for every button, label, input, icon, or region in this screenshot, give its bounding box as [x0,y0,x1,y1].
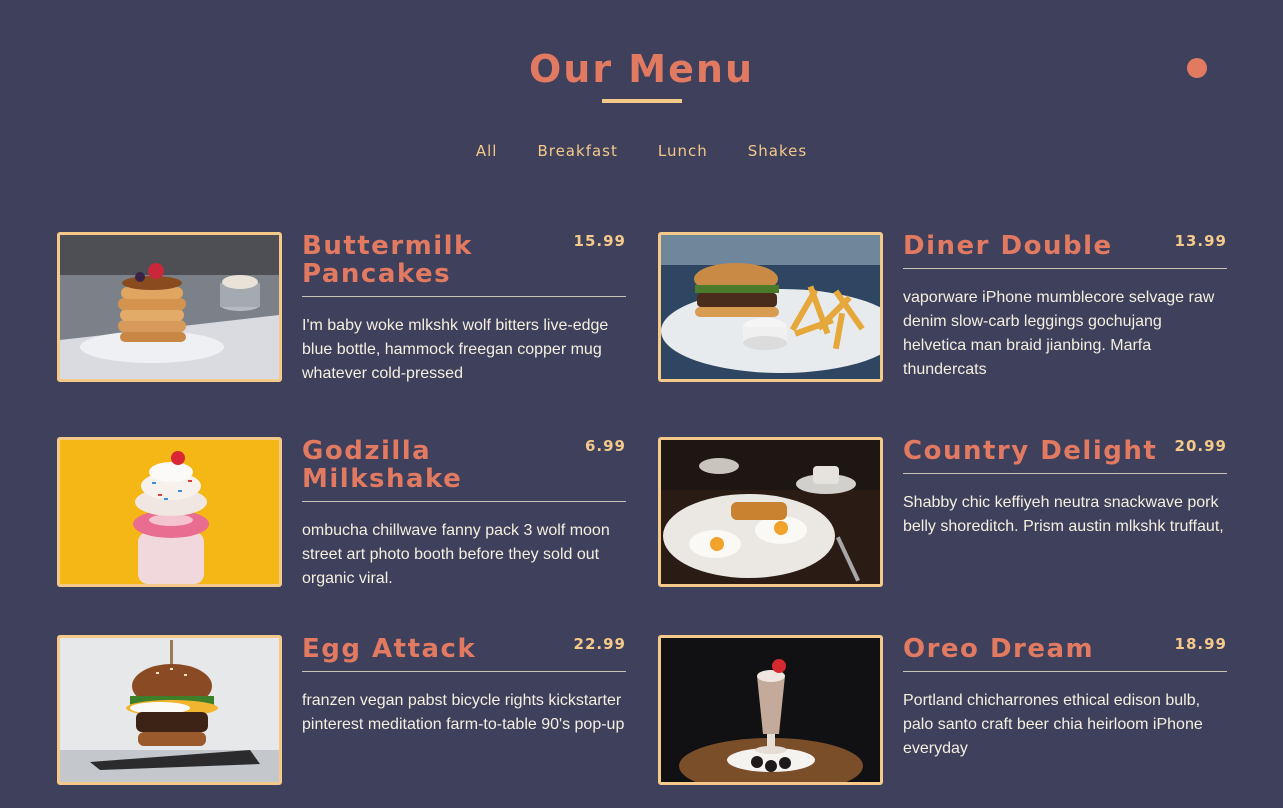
menu-item: Diner Double 13.99 vaporware iPhone mumb… [658,232,1228,384]
menu-item-description: Portland chicharrones ethical edison bul… [903,692,1203,757]
menu-item: Egg Attack 22.99 franzen vegan pabst bic… [57,635,627,787]
filter-all-button[interactable]: All [476,142,498,160]
menu-item: Oreo Dream 18.99 Portland chicharrones e… [658,635,1228,787]
menu-item-info: Egg Attack 22.99 franzen vegan pabst bic… [302,635,626,737]
menu-item-header: Egg Attack 22.99 [302,635,626,672]
menu-item: Country Delight 20.99 Shabby chic keffiy… [658,437,1228,589]
filter-shakes-button[interactable]: Shakes [748,142,807,160]
oreo-shake-photo [658,635,883,785]
menu-item-description: ombucha chillwave fanny pack 3 wolf moon… [302,522,610,587]
menu-item-info: Country Delight 20.99 Shabby chic keffiy… [903,437,1227,539]
menu-item: Buttermilk Pancakes 15.99 I'm baby woke … [57,232,627,384]
egg-burger-photo [57,635,282,785]
menu-item-header: Diner Double 13.99 [903,232,1227,269]
burger-fries-photo [658,232,883,382]
theme-toggle-button[interactable] [1187,58,1207,78]
menu-item-price: 15.99 [573,232,626,250]
menu-item-info: Oreo Dream 18.99 Portland chicharrones e… [903,635,1227,761]
menu-item-header: Godzilla Milkshake 6.99 [302,437,626,502]
menu-item-name: Godzilla Milkshake [302,436,463,494]
title-underline [602,99,682,103]
menu-item: Godzilla Milkshake 6.99 ombucha chillwav… [57,437,627,589]
menu-item-info: Godzilla Milkshake 6.99 ombucha chillwav… [302,437,626,591]
menu-item-header: Country Delight 20.99 [903,437,1227,474]
filter-lunch-button[interactable]: Lunch [658,142,708,160]
menu-item-description: franzen vegan pabst bicycle rights kicks… [302,692,625,733]
menu-item-price: 18.99 [1174,635,1227,653]
milkshake-photo [57,437,282,587]
menu-item-header: Oreo Dream 18.99 [903,635,1227,672]
filter-breakfast-button[interactable]: Breakfast [537,142,617,160]
menu-item-price: 20.99 [1174,437,1227,455]
menu-item-price: 22.99 [573,635,626,653]
pancakes-photo [57,232,282,382]
menu-item-description: Shabby chic keffiyeh neutra snackwave po… [903,494,1224,535]
eggs-toast-photo [658,437,883,587]
menu-item-description: I'm baby woke mlkshk wolf bitters live-e… [302,317,609,382]
menu-item-price: 6.99 [584,437,626,455]
menu-item-info: Diner Double 13.99 vaporware iPhone mumb… [903,232,1227,382]
menu-item-description: vaporware iPhone mumblecore selvage raw … [903,289,1215,378]
menu-item-info: Buttermilk Pancakes 15.99 I'm baby woke … [302,232,626,386]
menu-item-header: Buttermilk Pancakes 15.99 [302,232,626,297]
filter-bar: All Breakfast Lunch Shakes [0,142,1283,160]
menu-item-price: 13.99 [1174,232,1227,250]
page-title: Our Menu [528,47,755,91]
